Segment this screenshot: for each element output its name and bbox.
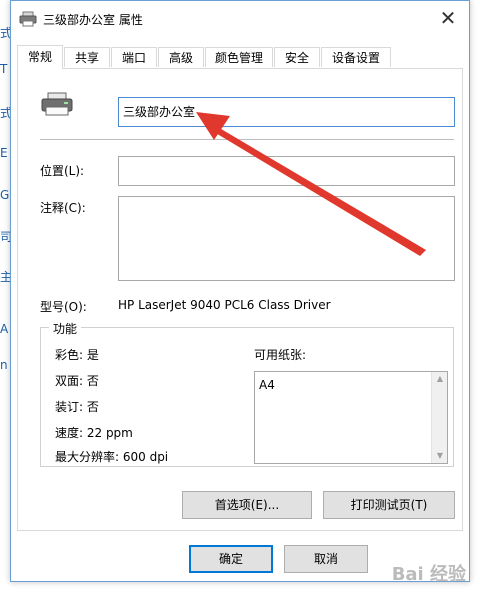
paper-list[interactable]: A4 ▲ ▼ [254, 371, 448, 464]
tab-ports[interactable]: 端口 [111, 47, 157, 67]
close-button[interactable]: ✕ [433, 3, 463, 33]
background-text: A [0, 322, 9, 336]
features-group: 功能 彩色: 是 双面: 否 装订: 否 速度: 22 ppm 最大分辨率: 6… [40, 320, 454, 467]
comment-label: 注释(C): [40, 201, 86, 215]
tab-security[interactable]: 安全 [274, 47, 320, 67]
model-value: HP LaserJet 9040 PCL6 Class Driver [118, 298, 331, 312]
model-label: 型号(O): [40, 300, 87, 314]
background-text: T [0, 62, 8, 76]
feature-staple: 装订: 否 [55, 400, 99, 414]
location-label: 位置(L): [40, 164, 85, 178]
close-icon: ✕ [439, 6, 457, 30]
watermark: Bai 经验 [391, 564, 466, 585]
separator [40, 139, 454, 140]
background-text: E [0, 146, 8, 160]
print-test-page-button[interactable]: 打印测试页(T) [323, 491, 455, 519]
ok-button[interactable]: 确定 [189, 545, 273, 573]
dialog-title: 三级部办公室 属性 [43, 13, 143, 27]
feature-max-resolution: 最大分辨率: 600 dpi [55, 450, 169, 464]
scrollbar[interactable]: ▲ ▼ [431, 372, 447, 463]
scroll-up-icon[interactable]: ▲ [432, 372, 448, 386]
preferences-button[interactable]: 首选项(E)... [182, 491, 312, 519]
tab-color-management[interactable]: 颜色管理 [205, 47, 273, 67]
feature-speed: 速度: 22 ppm [55, 426, 133, 440]
general-tab-panel: 三级部办公室 位置(L): 注释(C): 型号(O): HP LaserJet … [17, 68, 463, 531]
printer-name-input[interactable]: 三级部办公室 [118, 97, 455, 127]
title-bar[interactable]: 三级部办公室 属性 ✕ [11, 1, 469, 37]
printer-icon [19, 11, 37, 27]
scroll-down-icon[interactable]: ▼ [432, 449, 448, 463]
background-text: G [0, 188, 10, 202]
list-item[interactable]: A4 [259, 378, 275, 392]
printer-icon [41, 92, 73, 116]
tab-device-settings[interactable]: 设备设置 [321, 47, 391, 67]
location-input[interactable] [118, 156, 455, 186]
feature-color: 彩色: 是 [55, 348, 99, 362]
available-paper-label: 可用纸张: [254, 348, 307, 362]
background-text: n [0, 358, 8, 372]
tab-sharing[interactable]: 共享 [64, 47, 110, 67]
features-title: 功能 [49, 320, 82, 337]
feature-duplex: 双面: 否 [55, 374, 99, 388]
printer-properties-dialog: 三级部办公室 属性 ✕ 常规 共享 端口 高级 颜色管理 安全 设备设置 三级部… [10, 0, 470, 582]
tab-advanced[interactable]: 高级 [158, 47, 204, 67]
cancel-button[interactable]: 取消 [284, 545, 368, 573]
tab-general[interactable]: 常规 [17, 45, 63, 69]
comment-textarea[interactable] [118, 196, 455, 281]
